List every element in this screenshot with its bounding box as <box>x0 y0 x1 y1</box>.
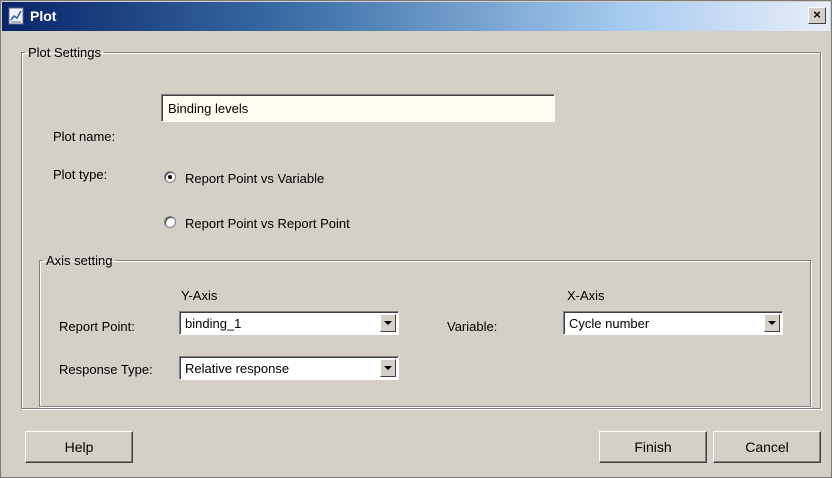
chevron-down-icon[interactable] <box>380 359 396 377</box>
chevron-down-icon[interactable] <box>764 314 780 332</box>
radio-report-point-vs-report-point[interactable] <box>164 216 176 228</box>
window-title: Plot <box>30 8 57 24</box>
close-button[interactable]: × <box>808 7 826 24</box>
y-axis-heading: Y-Axis <box>181 288 218 303</box>
chevron-down-icon[interactable] <box>380 314 396 332</box>
report-point-dropdown[interactable]: binding_1 <box>179 311 399 335</box>
plot-name-input[interactable] <box>161 94 555 122</box>
report-point-label: Report Point: <box>59 319 135 334</box>
option-label-report-point-vs-report-point[interactable]: Report Point vs Report Point <box>185 216 350 231</box>
response-type-dropdown[interactable]: Relative response <box>179 356 399 380</box>
variable-label: Variable: <box>447 319 498 334</box>
option-label-report-point-vs-variable[interactable]: Report Point vs Variable <box>185 171 324 186</box>
response-type-label: Response Type: <box>59 362 153 377</box>
x-axis-heading: X-Axis <box>567 288 605 303</box>
finish-button[interactable]: Finish <box>599 431 707 463</box>
report-point-selected: binding_1 <box>185 316 242 331</box>
cancel-button[interactable]: Cancel <box>713 431 821 463</box>
title-bar[interactable]: Plot × <box>2 2 830 31</box>
plot-icon <box>8 7 24 25</box>
plot-name-label: Plot name: <box>53 129 116 144</box>
response-type-selected: Relative response <box>185 361 290 376</box>
radio-report-point-vs-variable[interactable] <box>164 171 176 183</box>
help-button[interactable]: Help <box>25 431 133 463</box>
plot-type-label: Plot type: <box>53 167 108 182</box>
axis-setting-legend: Axis setting <box>46 253 113 268</box>
variable-dropdown[interactable]: Cycle number <box>563 311 783 335</box>
variable-selected: Cycle number <box>569 316 650 331</box>
plot-dialog: Plot × Plot Settings Plot name: Plot typ… <box>0 0 832 478</box>
radio-selected-dot <box>168 175 172 179</box>
plot-settings-legend: Plot Settings <box>28 45 101 60</box>
